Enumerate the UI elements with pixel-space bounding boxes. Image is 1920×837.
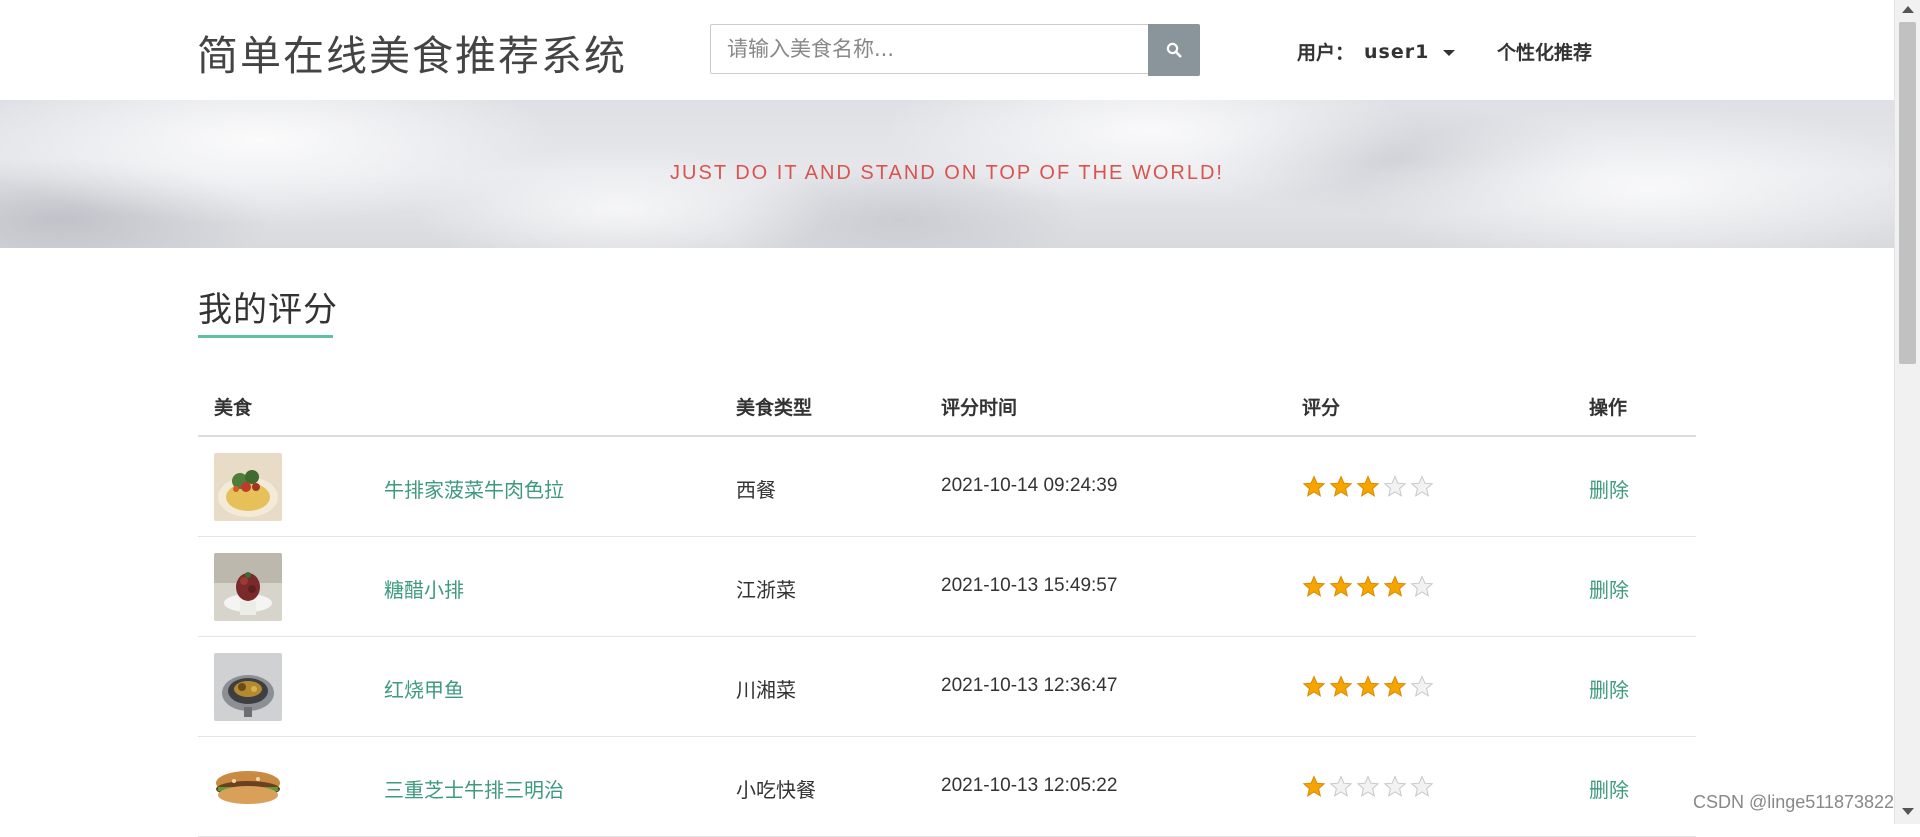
star-empty-icon[interactable] [1410,675,1437,699]
table-header: 美食 美食类型 评分时间 评分 操作 [198,375,1696,437]
food-thumbnail[interactable] [214,753,282,821]
star-filled-icon[interactable] [1302,475,1329,499]
star-filled-icon[interactable] [1356,475,1383,499]
delete-button[interactable]: 删除 [1589,474,1629,503]
star-filled-icon[interactable] [1302,775,1329,799]
title-underline [198,335,333,338]
rating-time: 2021-10-13 15:49:57 [941,575,1118,596]
user-dropdown[interactable]: 用户： user1 [1297,38,1456,65]
star-empty-icon[interactable] [1410,575,1437,599]
search-form [710,24,1200,76]
food-type: 西餐 [736,478,776,502]
nav-personalized-recommend[interactable]: 个性化推荐 [1497,38,1592,65]
table-row: 牛排家菠菜牛肉色拉 西餐 2021-10-14 09:24:39 删除 [198,437,1696,537]
star-empty-icon[interactable] [1383,475,1410,499]
top-navbar: 简单在线美食推荐系统 用户： user1 个性化推荐 [0,0,1894,100]
column-header-food: 美食 [214,397,253,419]
rating-time: 2021-10-13 12:36:47 [941,675,1118,696]
star-filled-icon[interactable] [1302,675,1329,699]
column-header-time: 评分时间 [941,397,1018,419]
user-label: 用户： [1297,42,1355,64]
site-title[interactable]: 简单在线美食推荐系统 [197,22,627,82]
delete-button[interactable]: 删除 [1589,574,1629,603]
star-filled-icon[interactable] [1302,575,1329,599]
star-filled-icon[interactable] [1356,575,1383,599]
table-row: 三重芝士牛排三明治 小吃快餐 2021-10-13 12:05:22 删除 [198,737,1696,837]
food-type: 川湘菜 [736,678,796,702]
food-name-link[interactable]: 牛排家菠菜牛肉色拉 [384,474,564,503]
table-row: 红烧甲鱼 川湘菜 2021-10-13 12:36:47 删除 [198,637,1696,737]
star-empty-icon[interactable] [1329,775,1356,799]
food-thumbnail[interactable] [214,653,282,721]
chevron-down-icon [1443,49,1456,56]
page-title: 我的评分 [198,290,338,330]
star-filled-icon[interactable] [1329,475,1356,499]
delete-button[interactable]: 删除 [1589,774,1629,803]
star-filled-icon[interactable] [1356,675,1383,699]
star-empty-icon[interactable] [1410,775,1437,799]
star-filled-icon[interactable] [1383,675,1410,699]
star-rating[interactable] [1302,575,1437,599]
column-header-action: 操作 [1589,397,1628,419]
banner-slogan: JUST DO IT AND STAND ON TOP OF THE WORLD… [670,162,1224,184]
column-header-type: 美食类型 [736,397,813,419]
page-scrollbar[interactable] [1894,0,1920,824]
food-name-link[interactable]: 三重芝士牛排三明治 [384,774,564,803]
scroll-up-arrow-icon[interactable] [1902,6,1914,13]
column-header-rating: 评分 [1302,397,1341,419]
hero-banner: JUST DO IT AND STAND ON TOP OF THE WORLD… [0,100,1894,248]
food-thumbnail[interactable] [214,553,282,621]
food-type: 小吃快餐 [736,778,816,802]
star-filled-icon[interactable] [1329,675,1356,699]
food-name-link[interactable]: 糖醋小排 [384,574,464,603]
star-filled-icon[interactable] [1329,575,1356,599]
star-empty-icon[interactable] [1410,475,1437,499]
star-empty-icon[interactable] [1356,775,1383,799]
star-empty-icon[interactable] [1383,775,1410,799]
star-filled-icon[interactable] [1383,575,1410,599]
search-icon [1166,42,1182,58]
star-rating[interactable] [1302,475,1437,499]
star-rating[interactable] [1302,675,1437,699]
search-input[interactable] [710,24,1148,74]
food-name-link[interactable]: 红烧甲鱼 [384,674,464,703]
food-type: 江浙菜 [736,578,796,602]
food-thumbnail[interactable] [214,453,282,521]
table-row: 糖醋小排 江浙菜 2021-10-13 15:49:57 删除 [198,537,1696,637]
scroll-down-arrow-icon[interactable] [1902,808,1914,815]
star-rating[interactable] [1302,775,1437,799]
ratings-table: 美食 美食类型 评分时间 评分 操作 牛排家菠菜牛肉色拉 西餐 2021-10-… [198,375,1696,837]
delete-button[interactable]: 删除 [1589,674,1629,703]
rating-time: 2021-10-14 09:24:39 [941,475,1118,496]
scrollbar-thumb[interactable] [1899,22,1916,364]
search-button[interactable] [1148,24,1200,76]
user-name: user1 [1364,40,1430,63]
rating-time: 2021-10-13 12:05:22 [941,775,1118,796]
watermark: CSDN @linge511873822 [1693,792,1895,812]
